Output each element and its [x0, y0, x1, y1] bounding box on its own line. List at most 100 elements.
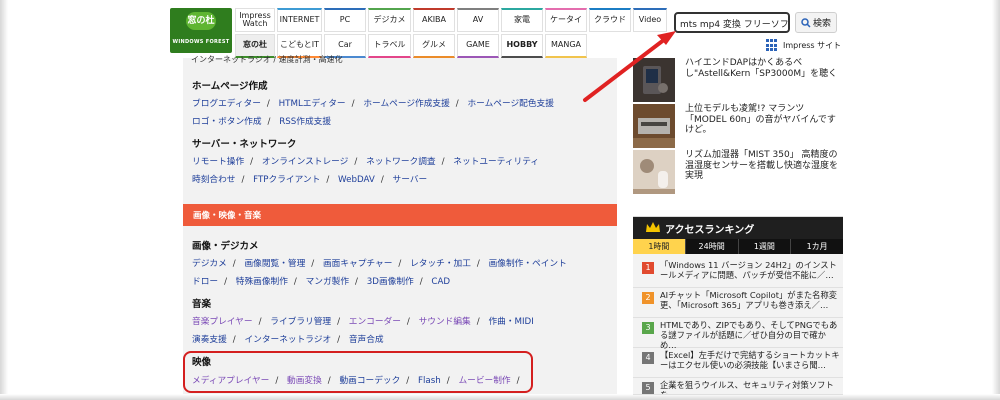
nav-travel[interactable]: トラベル — [368, 34, 411, 58]
category-link[interactable]: 画像制作・ペイント — [489, 259, 567, 269]
ranking-title: アクセスランキング — [665, 225, 755, 236]
rank-number: 3 — [642, 322, 654, 334]
site-logo[interactable]: 窓の杜 WINDOWS FOREST — [170, 8, 232, 53]
tab-1-week[interactable]: 1週間 — [737, 239, 791, 254]
category-link[interactable]: 時刻合わせ — [192, 175, 235, 185]
music-links-row-2: 演奏支援 / インターネットラジオ / 音声合成 — [192, 335, 384, 345]
server-links-row-2: 時刻合わせ / FTPクライアント / WebDAV / サーバー — [192, 175, 428, 185]
search-input[interactable]: mts mp4 変換 フリーソフト — [674, 12, 790, 33]
nav-digicam[interactable]: デジカメ — [368, 8, 411, 32]
news-item[interactable]: 上位モデルも凌駕!? マランツ「MODEL 60n」の音がヤバイんですけど。 — [633, 104, 843, 148]
ranking-title-text: HTMLであり、ZIPでもあり、そしてPNGでもある謎ファイルが話題に／ぜひ自分… — [660, 320, 838, 351]
news-title: 上位モデルも凌駕!? マランツ「MODEL 60n」の音がヤバイんですけど。 — [685, 104, 836, 136]
category-bar-image-video-music: 画像・映像・音楽 — [183, 204, 617, 226]
category-link[interactable]: インターネットラジオ — [244, 335, 331, 345]
category-link[interactable]: リモート操作 — [192, 157, 244, 167]
nav-label: HOBBY — [506, 40, 538, 50]
nav-label: Car — [338, 40, 352, 50]
category-link[interactable]: オンラインストレージ — [262, 157, 349, 167]
image-links-row-2: ドロー / 特殊画像制作 / マンガ製作/ 3D画像制作 / CAD — [192, 277, 451, 287]
category-link[interactable]: エンコーダー — [349, 317, 401, 327]
nav-keitai[interactable]: ケータイ — [545, 8, 587, 32]
rank-number: 2 — [642, 292, 654, 304]
category-link[interactable]: ロゴ・ボタン作成 — [192, 117, 262, 127]
ranking-title-text: AIチャット「Microsoft Copilot」がまた名称変更、「Micros… — [660, 290, 838, 311]
nav-label: グルメ — [422, 40, 446, 50]
nav-label: Video — [638, 15, 662, 25]
category-link[interactable]: CAD — [431, 277, 450, 287]
category-link[interactable]: 画像閲覧・管理 — [244, 259, 305, 269]
category-link[interactable]: 作曲・MIDI — [488, 317, 533, 327]
category-link[interactable]: ブログエディター — [192, 99, 261, 109]
category-link[interactable]: ライブラリ管理 — [270, 317, 331, 327]
category-link[interactable]: ホームページ配色支援 — [467, 99, 553, 109]
ranking-row[interactable]: 3 HTMLであり、ZIPでもあり、そしてPNGでもある謎ファイルが話題に／ぜひ… — [633, 318, 843, 351]
impress-sites-link[interactable]: Impress サイト — [766, 38, 844, 53]
section-title-music: 音楽 — [192, 299, 212, 310]
ranking-title-text: 「Windows 11 バージョン 24H2」のインストールメディアに問題、パッ… — [660, 260, 837, 281]
category-link[interactable]: 音声合成 — [349, 335, 384, 345]
category-link[interactable]: RSS作成支援 — [279, 117, 331, 127]
nav-av[interactable]: AV — [457, 8, 499, 32]
right-shadow — [992, 0, 1000, 400]
nav-internet[interactable]: INTERNET — [277, 8, 322, 32]
news-thumbnail — [633, 58, 675, 102]
left-shadow — [0, 0, 8, 400]
homepage-links-row-2: ロゴ・ボタン作成 / RSS作成支援 — [192, 117, 332, 127]
nav-gourmet[interactable]: グルメ — [413, 34, 455, 58]
ranking-row[interactable]: 5 企業を狙うウイルス、セキュリティ対策ソフトを… — [633, 378, 843, 395]
category-link[interactable]: ネットユーティリティ — [453, 157, 539, 167]
category-link[interactable]: 3D画像制作 — [367, 277, 414, 287]
category-link[interactable]: 特殊画像制作 — [236, 277, 288, 287]
category-link[interactable]: 画面キャプチャー — [323, 259, 392, 269]
nav-video[interactable]: Video — [633, 8, 667, 32]
tab-1-hour[interactable]: 1時間 — [633, 239, 685, 254]
category-link[interactable]: 音楽プレイヤー — [192, 317, 253, 327]
nav-manga[interactable]: MANGA — [545, 34, 587, 58]
category-link[interactable]: サーバー — [393, 175, 428, 185]
nav-pc[interactable]: PC — [324, 8, 366, 32]
category-link[interactable]: サウンド編集 — [419, 317, 471, 327]
news-item[interactable]: リズム加湿器「MIST 350」 高精度の温湿度センサーを搭載し快適な湿度を実現 — [633, 150, 843, 194]
server-links-row-1: リモート操作 / オンラインストレージ / ネットワーク調査 / ネットユーティリティ — [192, 157, 540, 167]
category-link[interactable]: マンガ製作 — [306, 277, 349, 287]
category-link[interactable]: 演奏支援 — [192, 335, 227, 345]
nav-label: デジカメ — [373, 15, 406, 25]
category-link[interactable]: ドロー — [192, 277, 218, 287]
category-link[interactable]: FTPクライアント — [253, 175, 320, 185]
music-links-row-1: 音楽プレイヤー / ライブラリ管理 / エンコーダー / サウンド編集 / 作曲・MID… — [192, 317, 534, 327]
search-button[interactable]: 検索 — [795, 12, 837, 33]
news-item[interactable]: ハイエンドDAPはかくあるべし"Astell&Kern「SP3000M」を聴く — [633, 58, 843, 102]
nav-impress-watch[interactable]: Impress Watch — [235, 8, 275, 32]
nav-akiba[interactable]: AKIBA — [413, 8, 455, 32]
nav-label: 窓の杜 — [243, 40, 267, 50]
ranking-row[interactable]: 1 「Windows 11 バージョン 24H2」のインストールメディアに問題、… — [633, 258, 843, 288]
nav-hobby[interactable]: HOBBY — [501, 34, 543, 58]
section-title-image-digicam: 画像・デジカメ — [192, 241, 259, 252]
nav-kaden[interactable]: 家電 — [501, 8, 543, 32]
news-title: リズム加湿器「MIST 350」 高精度の温湿度センサーを搭載し快適な湿度を実現 — [685, 150, 839, 182]
screenshot-stage: 窓の杜 WINDOWS FOREST Impress Watch INTERNE… — [0, 0, 1000, 400]
nav-game[interactable]: GAME — [457, 34, 499, 58]
category-link[interactable]: レタッチ・加工 — [410, 259, 471, 269]
grid-icon — [766, 39, 779, 52]
tab-1-month[interactable]: 1カ月 — [790, 239, 843, 254]
nav-cloud[interactable]: クラウド — [589, 8, 631, 32]
rank-number: 5 — [642, 382, 654, 394]
tab-24-hours[interactable]: 24時間 — [684, 239, 738, 254]
image-links-row-1: デジカメ / 画像閲覧・管理 / 画面キャプチャー / レタッチ・加工 / 画像制作・ペ… — [192, 259, 567, 269]
category-link[interactable]: デジカメ — [192, 259, 227, 269]
category-link[interactable]: WebDAV — [338, 175, 375, 185]
category-link[interactable]: ネットワーク調査 — [366, 157, 436, 167]
category-link[interactable]: ホームページ作成支援 — [363, 99, 449, 109]
crown-icon — [646, 222, 660, 232]
access-ranking: アクセスランキング 1時間 24時間 1週間 1カ月 1 「Windows 11… — [633, 216, 843, 395]
ranking-row[interactable]: 2 AIチャット「Microsoft Copilot」がまた名称変更、「Micr… — [633, 288, 843, 318]
section-title-homepage: ホームページ作成 — [192, 81, 268, 92]
nav-label: INTERNET — [279, 15, 320, 25]
ranking-row[interactable]: 4 【Excel】左手だけで完結するショートカットキーはエクセル使いの必須技能【… — [633, 348, 843, 378]
nav-label: トラベル — [373, 40, 406, 50]
ranking-header: アクセスランキング — [633, 217, 843, 239]
category-link[interactable]: HTMLエディター — [279, 99, 346, 109]
nav-label: こどもとIT — [279, 40, 320, 50]
